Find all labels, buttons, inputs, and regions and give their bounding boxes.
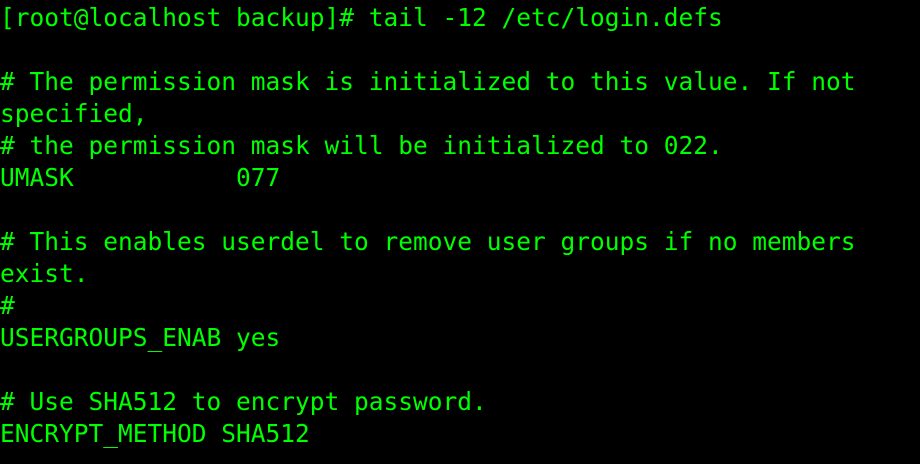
- config-usergroups-enab: USERGROUPS_ENAB yes: [0, 323, 281, 352]
- config-encrypt-method: ENCRYPT_METHOD SHA512: [0, 419, 310, 448]
- shell-prompt-command: [root@localhost backup]# tail -12 /etc/l…: [0, 3, 723, 32]
- comment-line: # This enables userdel to remove user gr…: [0, 227, 856, 256]
- comment-line-wrap: exist.: [0, 259, 89, 288]
- terminal-window[interactable]: [root@localhost backup]# tail -12 /etc/l…: [0, 0, 920, 464]
- comment-line: # the permission mask will be initialize…: [0, 131, 723, 160]
- comment-line: # Use SHA512 to encrypt password.: [0, 387, 487, 416]
- comment-line-wrap: specified,: [0, 99, 148, 128]
- config-umask: UMASK 077: [0, 163, 281, 192]
- comment-line: # The permission mask is initialized to …: [0, 67, 856, 96]
- comment-line: #: [0, 291, 15, 320]
